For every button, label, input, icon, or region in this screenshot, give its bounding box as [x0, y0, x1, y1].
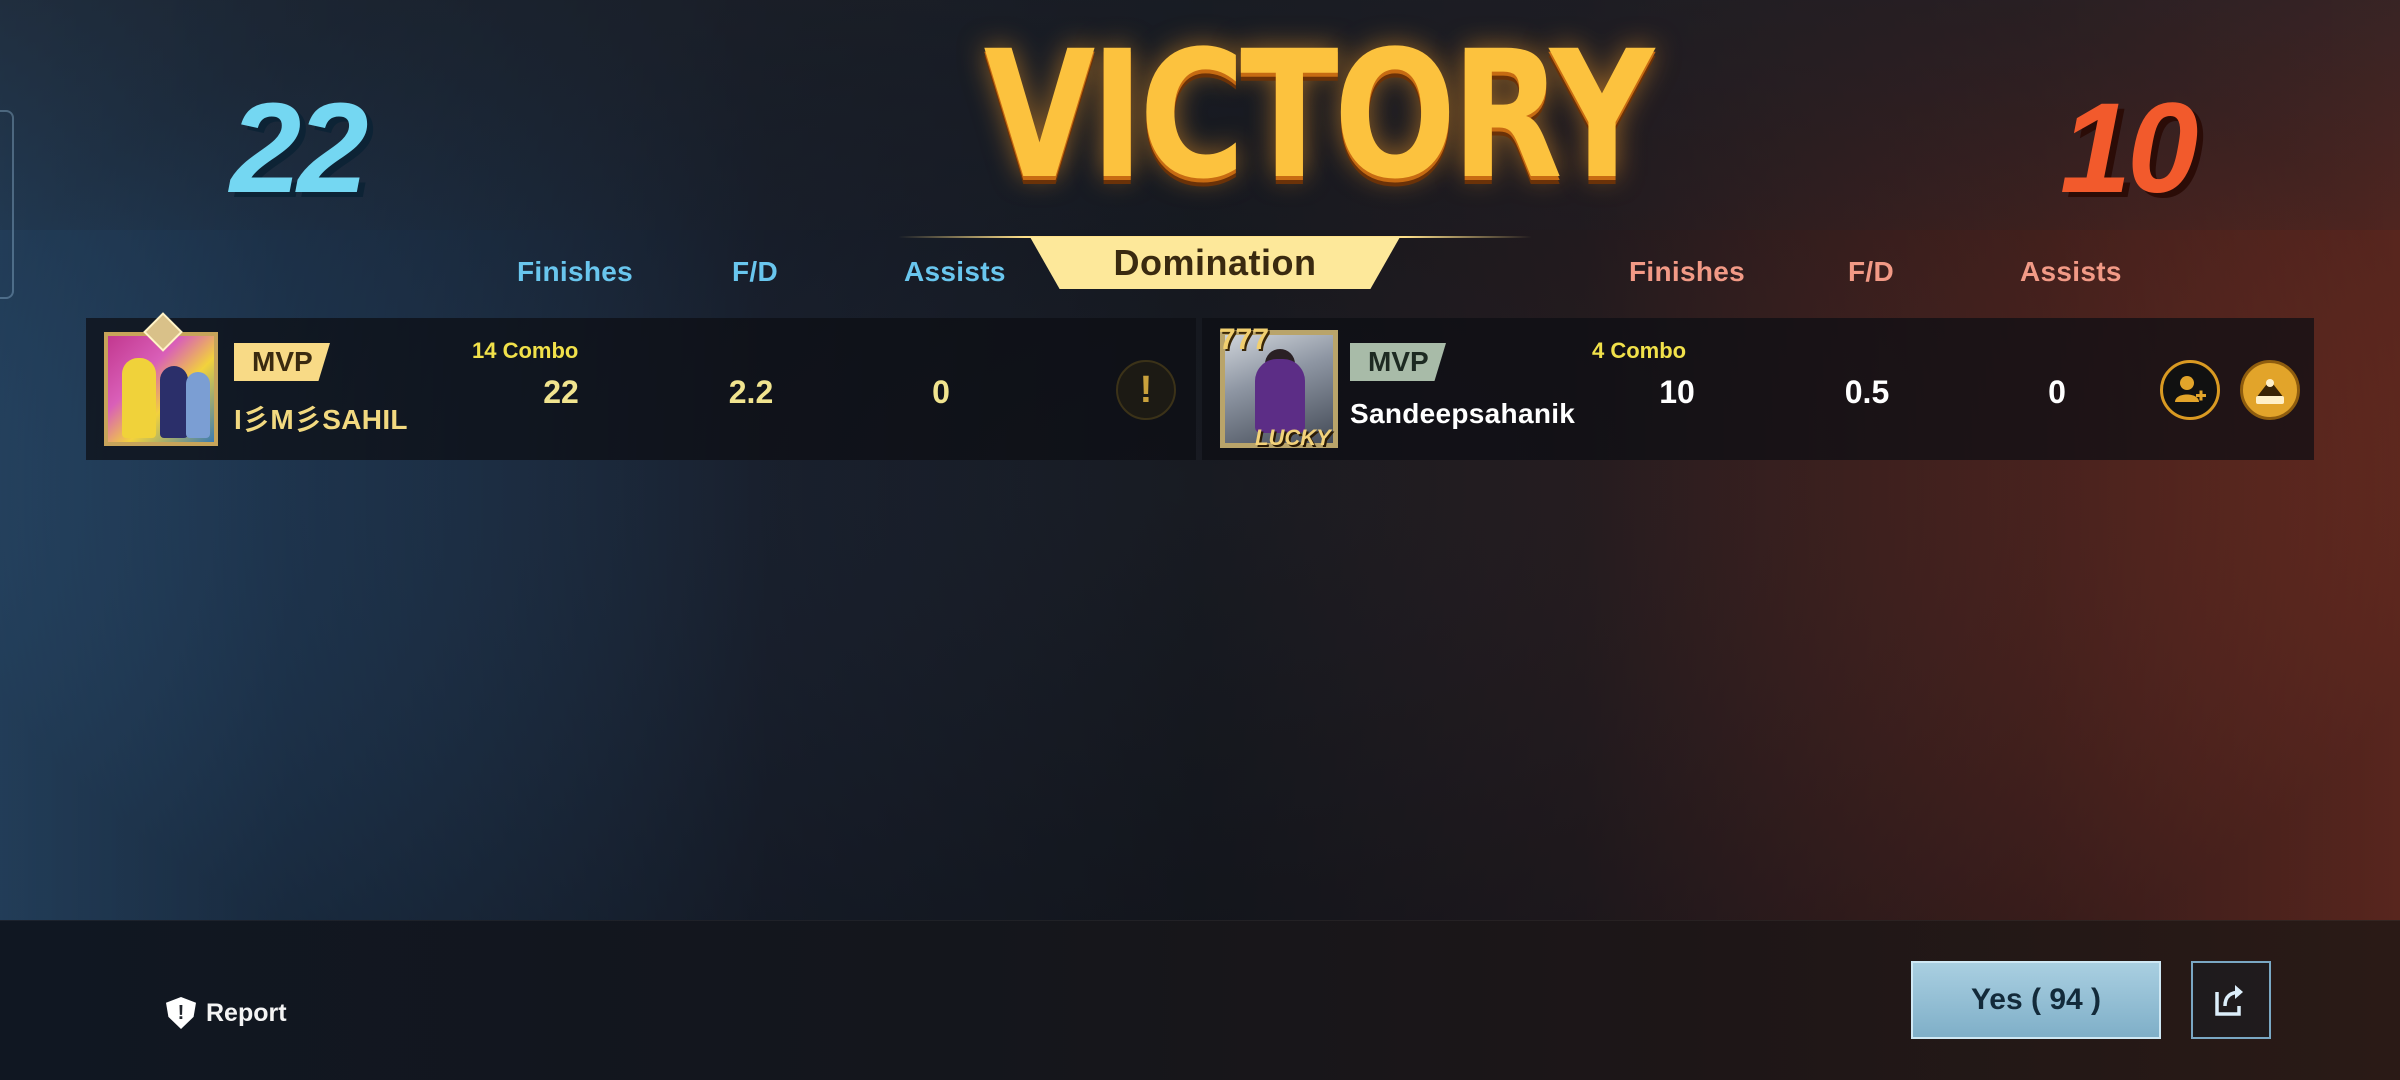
frame-sevens: 777 — [1219, 323, 1270, 356]
game-mode-badge: Domination — [1030, 237, 1400, 289]
red-player-assists: 0 — [2048, 374, 2066, 410]
report-label: Report — [206, 998, 287, 1027]
red-player-name: Sandeepsahanik — [1350, 398, 1576, 429]
blue-player-assists: 0 — [932, 374, 950, 410]
red-player-fd: 0.5 — [1844, 374, 1890, 410]
frame-lucky-label: LUCKY — [1255, 425, 1331, 450]
blue-team-score: 22 — [230, 77, 368, 220]
red-player-combo: 4 Combo — [1592, 338, 1687, 363]
red-header-finishes: Finishes — [1629, 256, 1745, 287]
red-player-avatar[interactable]: 777 LUCKY — [1219, 323, 1338, 450]
blue-player-name: I彡M彡SAHIL — [234, 404, 408, 435]
blue-player-avatar[interactable] — [104, 312, 218, 446]
blue-player-row — [86, 318, 1196, 460]
blue-player-combo: 14 Combo — [472, 338, 579, 363]
red-header-fd: F/D — [1848, 256, 1895, 287]
left-edge-handle[interactable] — [0, 110, 14, 299]
alert-icon[interactable]: ! — [1116, 360, 1176, 420]
red-player-finishes: 10 — [1659, 374, 1695, 410]
add-friend-glyph — [2175, 376, 2206, 402]
blue-header-finishes: Finishes — [517, 256, 633, 287]
yes-button[interactable]: Yes ( 94 ) — [1911, 961, 2161, 1039]
blue-header-assists: Assists — [904, 256, 1006, 287]
shield-icon: ! — [166, 997, 196, 1029]
red-mvp-badge: MVP — [1350, 343, 1446, 381]
red-player-row — [1202, 318, 2314, 460]
red-header-assists: Assists — [2020, 256, 2122, 287]
victory-title: VICTORY — [983, 13, 1655, 218]
gift-icon[interactable] — [2240, 360, 2300, 420]
blue-header-fd: F/D — [732, 256, 779, 287]
blue-player-finishes: 22 — [543, 374, 579, 410]
blue-mvp-badge: MVP — [234, 343, 330, 381]
share-button[interactable] — [2191, 961, 2271, 1039]
report-button[interactable]: ! Report — [166, 997, 287, 1029]
add-friend-icon[interactable] — [2160, 360, 2220, 420]
gift-glyph — [2256, 379, 2284, 404]
red-team-score: 10 — [2060, 77, 2198, 220]
share-icon — [2215, 985, 2243, 1016]
blue-player-fd: 2.2 — [728, 374, 774, 410]
